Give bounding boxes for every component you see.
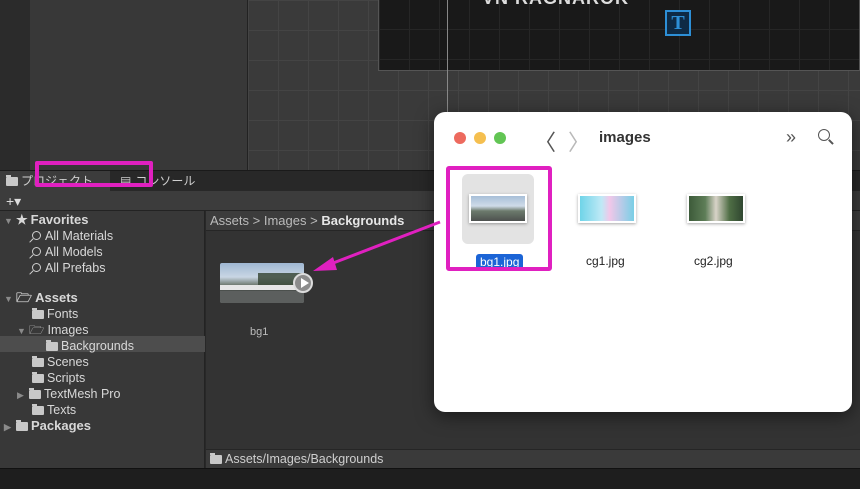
tree-item-favorites[interactable]: ▼ ★ Favorites <box>4 212 88 228</box>
bottom-strip <box>0 468 860 489</box>
tree-item-all-models[interactable]: All Models <box>32 244 103 260</box>
folder-tree: ▼ ★ Favorites All Materials All Models All… <box>0 211 205 469</box>
star-icon: ★ <box>16 212 28 227</box>
tree-item-all-prefabs[interactable]: All Prefabs <box>32 260 105 276</box>
tree-item-all-materials[interactable]: All Materials <box>32 228 113 244</box>
thumbnail-detail <box>220 291 304 303</box>
tree-item-label: Fonts <box>47 307 79 321</box>
chevron-right-icon: > <box>252 213 264 228</box>
file-item-cg1[interactable]: cg1.jpg <box>544 172 644 272</box>
breadcrumb-item[interactable]: Images <box>264 213 307 228</box>
breadcrumb-item[interactable]: Backgrounds <box>321 213 404 228</box>
breadcrumb-item[interactable]: Assets <box>210 213 249 228</box>
file-thumbnail <box>687 194 745 223</box>
tree-item-scripts[interactable]: Scripts <box>32 370 85 386</box>
tree-item-assets[interactable]: ▼ 🗁 Assets <box>4 290 78 306</box>
thumbnail-detail <box>220 285 304 290</box>
asset-label: bg1 <box>250 326 269 338</box>
folder-icon <box>32 372 44 383</box>
folder-icon <box>46 340 58 351</box>
folder-icon <box>6 175 18 186</box>
file-name: cg2.jpg <box>694 254 733 268</box>
tree-item-packages[interactable]: ▶ Packages <box>4 418 91 434</box>
play-icon[interactable] <box>293 273 313 293</box>
chevron-right-icon: > <box>310 213 322 228</box>
tree-item-label: Packages <box>31 418 91 433</box>
tree-item-label: Images <box>47 323 89 337</box>
search-icon <box>32 231 41 240</box>
collapse-arrow-icon[interactable]: ▶ <box>17 387 29 403</box>
tree-item-label: Texts <box>47 403 77 417</box>
canvas-rect <box>378 0 860 71</box>
tree-item-label: Scripts <box>47 371 86 385</box>
tree-item-label: All Materials <box>45 229 114 243</box>
more-toolbar-button[interactable]: » <box>786 127 796 148</box>
close-window-button[interactable] <box>454 132 466 144</box>
tree-item-textmesh-pro[interactable]: ▶ TextMesh Pro <box>17 386 120 402</box>
search-icon[interactable] <box>818 129 830 141</box>
tree-item-backgrounds[interactable]: Backgrounds <box>46 338 134 354</box>
folder-icon <box>210 453 222 464</box>
tree-item-images[interactable]: ▼ 🗁 Images <box>17 322 89 338</box>
status-path: Assets/Images/Backgrounds <box>225 452 384 466</box>
maximize-window-button[interactable] <box>494 132 506 144</box>
window-title: images <box>599 129 651 146</box>
tree-item-label: Assets <box>35 290 78 305</box>
status-path-bar: Assets/Images/Backgrounds <box>206 449 860 469</box>
left-toolbar-strip <box>0 0 30 170</box>
file-item-cg2[interactable]: cg2.jpg <box>654 172 754 272</box>
back-button[interactable]: 〈 <box>534 125 556 157</box>
tree-item-texts[interactable]: Texts <box>32 402 76 418</box>
canvas-title-text: VN RAGNAROK <box>482 0 629 9</box>
file-name: cg1.jpg <box>586 254 625 268</box>
folder-icon <box>16 420 28 431</box>
tree-item-label: All Models <box>45 245 103 259</box>
asset-thumbnail-bg1[interactable] <box>220 263 304 303</box>
tree-item-label: Scenes <box>47 355 89 369</box>
open-folder-icon: 🗁 <box>29 323 45 337</box>
collapse-arrow-icon[interactable]: ▶ <box>4 419 16 435</box>
add-asset-button[interactable]: +▾ <box>6 192 21 210</box>
folder-icon <box>32 356 44 367</box>
text-gizmo-icon[interactable]: T <box>665 10 691 36</box>
open-folder-icon: 🗁 <box>16 290 33 305</box>
expand-arrow-icon[interactable]: ▼ <box>4 213 16 229</box>
search-icon <box>32 247 41 256</box>
tree-item-label: Backgrounds <box>61 339 134 353</box>
hierarchy-pane <box>30 0 248 170</box>
search-icon <box>32 263 41 272</box>
tree-item-label: Favorites <box>30 212 89 227</box>
tree-item-label: All Prefabs <box>45 261 106 275</box>
tree-item-label: TextMesh Pro <box>44 387 121 401</box>
forward-button[interactable]: 〉 <box>568 125 590 157</box>
minimize-window-button[interactable] <box>474 132 486 144</box>
screenshot-stage: VN RAGNAROK T プロジェクト ▤コンソール +▾ ▼★Favorit… <box>0 0 860 489</box>
tree-item-scenes[interactable]: Scenes <box>32 354 89 370</box>
folder-icon <box>32 404 44 415</box>
expand-arrow-icon[interactable]: ▼ <box>17 323 29 339</box>
folder-icon <box>29 388 41 399</box>
folder-icon <box>32 308 44 319</box>
highlight-box-backgrounds <box>35 161 153 187</box>
highlight-box-bg1 <box>446 166 552 271</box>
tree-item-fonts[interactable]: Fonts <box>32 306 78 322</box>
expand-arrow-icon[interactable]: ▼ <box>4 291 16 307</box>
file-thumbnail <box>578 194 636 223</box>
